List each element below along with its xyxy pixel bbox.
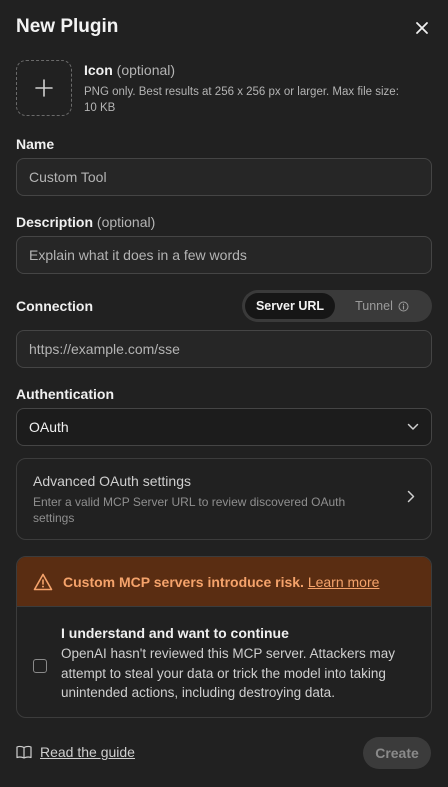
book-icon bbox=[16, 745, 32, 759]
description-input[interactable]: Explain what it does in a few words bbox=[16, 236, 432, 274]
create-button[interactable]: Create bbox=[363, 737, 431, 769]
icon-upload-button[interactable] bbox=[16, 60, 72, 116]
close-button[interactable] bbox=[410, 16, 434, 40]
server-url-option[interactable]: Server URL bbox=[245, 293, 335, 319]
tunnel-option[interactable]: Tunnel bbox=[335, 293, 429, 319]
consent-title: I understand and want to continue bbox=[61, 625, 289, 641]
risk-warning-banner: Custom MCP servers introduce risk. Learn… bbox=[17, 557, 431, 607]
authentication-select[interactable]: OAuth bbox=[16, 408, 432, 446]
name-label: Name bbox=[16, 136, 55, 152]
new-plugin-dialog: New Plugin Icon (optional) PNG only. Bes… bbox=[0, 0, 448, 787]
plus-icon bbox=[35, 79, 53, 97]
read-guide-label: Read the guide bbox=[40, 744, 135, 760]
info-icon bbox=[398, 301, 409, 311]
risk-warning-text: Custom MCP servers introduce risk. Learn… bbox=[63, 574, 379, 590]
learn-more-link[interactable]: Learn more bbox=[308, 574, 380, 590]
advanced-oauth-settings[interactable]: Advanced OAuth settings Enter a valid MC… bbox=[16, 458, 432, 540]
advanced-oauth-description: Enter a valid MCP Server URL to review d… bbox=[33, 495, 346, 525]
authentication-selected: OAuth bbox=[29, 419, 69, 435]
risk-warning-message: Custom MCP servers introduce risk. bbox=[63, 573, 304, 590]
connection-label: Connection bbox=[16, 298, 93, 314]
chevron-down-icon bbox=[407, 423, 419, 430]
description-label: Description (optional) bbox=[16, 214, 155, 230]
icon-field-description: PNG only. Best results at 256 x 256 px o… bbox=[84, 86, 399, 114]
description-label-text: Description bbox=[16, 214, 94, 230]
consent-section: I understand and want to continue OpenAI… bbox=[17, 607, 431, 703]
read-guide-link[interactable]: Read the guide bbox=[16, 744, 135, 760]
authentication-label: Authentication bbox=[16, 386, 114, 402]
icon-label: Icon bbox=[84, 62, 113, 78]
description-optional: (optional) bbox=[96, 214, 156, 230]
consent-checkbox[interactable] bbox=[33, 659, 47, 673]
icon-optional: (optional) bbox=[116, 62, 176, 78]
server-url-input[interactable]: https://example.com/sse bbox=[16, 330, 432, 368]
dialog-title: New Plugin bbox=[16, 16, 119, 37]
tunnel-label: Tunnel bbox=[355, 299, 393, 313]
consent-body: OpenAI hasn't reviewed this MCP server. … bbox=[61, 646, 395, 700]
icon-field-info: Icon (optional) PNG only. Best results a… bbox=[84, 62, 424, 116]
connection-toggle: Server URL Tunnel bbox=[242, 290, 432, 322]
advanced-oauth-title: Advanced OAuth settings bbox=[33, 473, 191, 489]
chevron-right-icon bbox=[407, 490, 415, 503]
icon-field-label: Icon (optional) bbox=[84, 62, 424, 78]
warning-icon bbox=[33, 573, 53, 590]
name-input[interactable]: Custom Tool bbox=[16, 158, 432, 196]
risk-warning: Custom MCP servers introduce risk. Learn… bbox=[16, 556, 432, 718]
close-icon bbox=[416, 22, 428, 34]
